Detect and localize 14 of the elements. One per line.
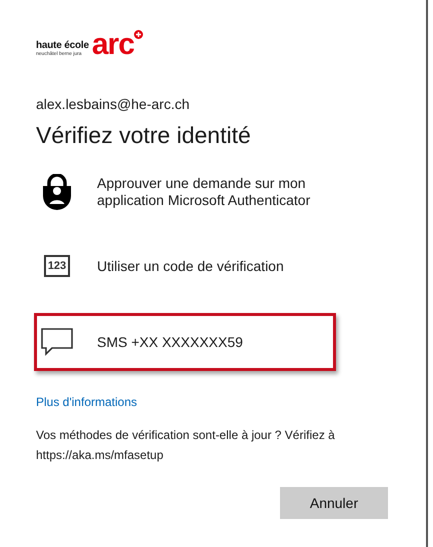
verification-option[interactable]: SMS +XX XXXXXXX59: [34, 313, 336, 371]
cross-icon: [134, 30, 143, 39]
logo-school-name: haute école: [36, 40, 89, 51]
account-email: alex.lesbains@he-arc.ch: [36, 96, 191, 112]
logo-brand-text: arc: [92, 32, 134, 58]
cancel-button[interactable]: Annuler: [280, 487, 388, 519]
verification-option[interactable]: 123 Utiliser un code de vérification: [34, 237, 336, 295]
chat-bubble-icon: [41, 328, 73, 356]
verification-option[interactable]: Approuver une demande sur mon application Microsoft Authenticator: [34, 159, 336, 225]
lock-person-icon: [41, 174, 73, 210]
more-info-link[interactable]: Plus d'informations: [36, 395, 138, 409]
update-notice: Vos méthodes de vérification sont-elle à jour ? Vérifiez à https://aka.ms/mfasetup: [36, 427, 336, 464]
page-title: Vérifiez votre identité: [36, 122, 252, 149]
number-code-icon: 123: [44, 255, 70, 277]
